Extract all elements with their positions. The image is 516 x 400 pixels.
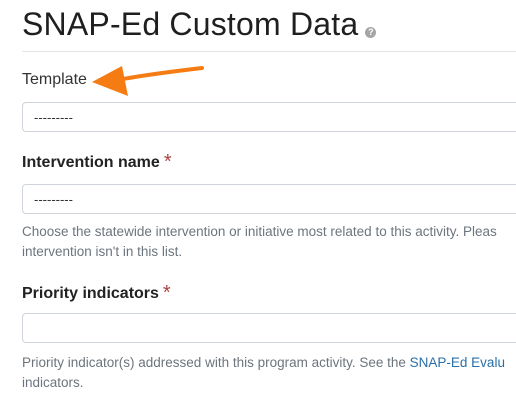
priority-label: Priority indicators * — [22, 282, 171, 304]
arrow-pointer-icon — [92, 66, 204, 96]
intervention-label-text: Intervention name — [22, 154, 160, 171]
intervention-help: Choose the statewide intervention or ini… — [22, 222, 516, 262]
priority-help-line-2: indicators. — [22, 375, 84, 390]
page: SNAP-Ed Custom Data ? Template ---------… — [0, 0, 516, 400]
header-divider — [22, 51, 516, 52]
intervention-select[interactable]: --------- — [22, 184, 516, 214]
required-marker: * — [163, 151, 172, 173]
priority-label-text: Priority indicators — [22, 285, 159, 302]
priority-indicators-input[interactable] — [22, 313, 516, 343]
required-marker: * — [162, 282, 171, 304]
intervention-help-line-2: intervention isn't in this list. — [22, 244, 183, 259]
intervention-help-line-1: Choose the statewide intervention or ini… — [22, 224, 497, 239]
intervention-label: Intervention name * — [22, 151, 172, 173]
priority-help: Priority indicator(s) addressed with thi… — [22, 353, 516, 393]
page-title: SNAP-Ed Custom Data — [22, 6, 359, 42]
priority-help-line-1: Priority indicator(s) addressed with thi… — [22, 353, 516, 373]
snap-ed-evaluation-link[interactable]: SNAP-Ed Evalu — [410, 355, 505, 370]
help-icon[interactable]: ? — [365, 27, 377, 38]
page-header: SNAP-Ed Custom Data ? — [22, 4, 377, 44]
template-label: Template — [22, 71, 87, 88]
template-select[interactable]: --------- — [22, 102, 516, 132]
priority-help-text: Priority indicator(s) addressed with thi… — [22, 355, 410, 370]
